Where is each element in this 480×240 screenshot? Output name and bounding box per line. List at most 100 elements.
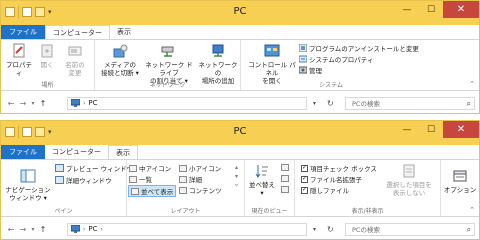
tiles-icon xyxy=(131,187,139,195)
layout-content[interactable]: コンテンツ xyxy=(179,185,222,195)
search-icon[interactable]: ⌕ xyxy=(467,225,471,235)
layout-medium-icons[interactable]: 中アイコン xyxy=(129,163,171,173)
control-panel-button[interactable]: コントロール パネル を開く xyxy=(247,43,297,85)
layout-scroll-icons[interactable]: ▴ ▾ ▿ xyxy=(235,163,238,190)
sort-by-button[interactable]: 並べ替え ▾ xyxy=(247,163,277,197)
title-bar[interactable]: ▾ PC — ☐ ✕ xyxy=(1,121,479,145)
up-arrow-icon[interactable]: ↑ xyxy=(37,225,49,234)
ribbon-tabs: ファイル コンピューター 表示 xyxy=(1,145,479,159)
item-checkboxes-toggle[interactable]: ✓ 項目チェック ボックス xyxy=(301,163,377,173)
search-input[interactable]: PCの検索 ⌕ xyxy=(345,96,475,110)
map-network-drive-button[interactable]: ネットワーク ドライブ の割り当て ▾ xyxy=(143,43,195,85)
layout-list[interactable]: 一覧 xyxy=(129,174,152,184)
layout-details[interactable]: 詳細 xyxy=(179,174,202,184)
search-placeholder: PCの検索 xyxy=(352,100,380,108)
file-extensions-checkbox[interactable]: ✓ xyxy=(301,175,308,183)
explorer-window-computer-tab: ▾ PC — ☐ ✕ ファイル コンピューター 表示 プロパティ 開く 名前の xyxy=(0,0,480,114)
control-panel-icon xyxy=(264,44,280,57)
tab-view[interactable]: 表示 xyxy=(110,25,138,39)
collapse-ribbon-icon[interactable]: ⌃ xyxy=(469,80,475,88)
address-dropdown-icon[interactable]: ▾ xyxy=(313,100,316,107)
group-by-icon[interactable] xyxy=(281,164,289,171)
search-icon[interactable]: ⌕ xyxy=(467,99,471,109)
title-bar[interactable]: ▾ PC — ☐ ✕ xyxy=(1,1,479,25)
recent-locations-icon[interactable]: ▾ xyxy=(29,226,37,233)
group-layout: 中アイコン 小アイコン 一覧 詳細 並べて表示 コンテンツ ▴ ▾ ▿ レイアウ… xyxy=(127,160,245,216)
breadcrumb-separator-icon[interactable]: › xyxy=(83,226,85,233)
hide-selected-items-button[interactable]: 選択した項目を 表示しない xyxy=(379,163,439,197)
rename-button[interactable]: 名前の 変更 xyxy=(61,43,89,77)
tab-file[interactable]: ファイル xyxy=(1,25,45,39)
details-pane-button[interactable]: 詳細ウィンドウ xyxy=(55,175,112,185)
group-show-hide-label: 表示/非表示 xyxy=(351,208,384,215)
manage-button[interactable]: 管理 xyxy=(299,65,322,75)
group-network-label: ネットワーク xyxy=(149,82,186,89)
content-label: コンテンツ xyxy=(189,187,222,195)
maximize-button[interactable]: ☐ xyxy=(419,121,443,138)
details-pane-icon xyxy=(55,176,64,184)
content-icon xyxy=(179,186,187,194)
system-properties-button[interactable]: システムのプロパティ xyxy=(299,54,373,64)
control-panel-label-1: コントロール パネル xyxy=(248,61,296,77)
maximize-button[interactable]: ☐ xyxy=(419,1,443,18)
forward-arrow-icon[interactable]: → xyxy=(17,99,29,108)
close-button[interactable]: ✕ xyxy=(443,121,479,138)
close-button[interactable]: ✕ xyxy=(443,1,479,18)
recent-locations-icon[interactable]: ▾ xyxy=(29,100,37,107)
open-button[interactable]: 開く xyxy=(37,43,57,69)
tab-file[interactable]: ファイル xyxy=(1,145,45,159)
file-extensions-toggle[interactable]: ✓ ファイル名拡張子 xyxy=(301,174,362,184)
nav-pane-label-2: ウィンドウ ▾ xyxy=(9,194,47,202)
layout-tiles[interactable]: 並べて表示 xyxy=(128,185,177,197)
ribbon-tabs: ファイル コンピューター 表示 xyxy=(1,25,479,39)
small-icons-icon xyxy=(179,164,187,172)
group-layout-label: レイアウト xyxy=(170,208,201,215)
breadcrumb-separator-icon[interactable]: › xyxy=(83,100,85,107)
hide-selected-icon xyxy=(403,164,415,178)
group-system-label: システム xyxy=(319,82,343,89)
group-current-view: 並べ替え ▾ 現在のビュー xyxy=(245,160,295,216)
up-arrow-icon[interactable]: ↑ xyxy=(37,99,49,108)
forward-arrow-icon[interactable]: → xyxy=(17,225,29,234)
add-network-location-button[interactable]: ネットワークの 場所の追加 xyxy=(197,43,239,85)
refresh-icon[interactable]: ↻ xyxy=(327,99,334,108)
minimize-button[interactable]: — xyxy=(395,1,419,18)
hidden-items-toggle[interactable]: ✓ 隠しファイル xyxy=(301,185,349,195)
collapse-ribbon-icon[interactable]: ⌃ xyxy=(469,206,475,214)
small-icons-label: 小アイコン xyxy=(189,165,222,173)
options-button[interactable]: オプション xyxy=(443,168,477,194)
address-bar[interactable]: › PC xyxy=(67,96,307,110)
add-columns-icon[interactable] xyxy=(281,175,289,182)
uninstall-program-button[interactable]: プログラムのアンインストールと変更 xyxy=(299,43,419,53)
item-checkboxes-checkbox[interactable]: ✓ xyxy=(301,164,308,172)
tab-view[interactable]: 表示 xyxy=(108,145,138,159)
breadcrumb-pc[interactable]: PC xyxy=(88,225,97,233)
breadcrumb-pc[interactable]: PC xyxy=(88,99,97,107)
access-media-button[interactable]: メディアの 接続と切断 ▾ xyxy=(99,43,141,77)
size-columns-icon[interactable] xyxy=(281,186,289,193)
pc-icon xyxy=(71,99,80,107)
address-bar[interactable]: › PC › xyxy=(67,222,307,236)
details-label: 詳細 xyxy=(189,176,202,184)
navigation-pane-button[interactable]: ナビゲーション ウィンドウ ▾ xyxy=(3,168,53,202)
refresh-icon[interactable]: ↻ xyxy=(327,225,334,234)
map-drive-label-1: ネットワーク ドライブ xyxy=(145,61,193,77)
layout-small-icons[interactable]: 小アイコン xyxy=(179,163,221,173)
sort-label-1: 並べ替え xyxy=(249,181,275,189)
search-input[interactable]: PCの検索 ⌕ xyxy=(345,222,475,236)
properties-button[interactable]: プロパティ xyxy=(5,43,33,77)
breadcrumb-trailing-separator-icon[interactable]: › xyxy=(101,226,103,233)
medium-icons-label: 中アイコン xyxy=(139,165,172,173)
hidden-items-checkbox[interactable]: ✓ xyxy=(301,186,308,194)
tiles-label: 並べて表示 xyxy=(141,188,174,196)
network-drive-icon xyxy=(161,46,174,57)
minimize-button[interactable]: — xyxy=(395,121,419,138)
hidden-items-label: 隠しファイル xyxy=(310,187,349,195)
tab-computer[interactable]: コンピューター xyxy=(45,25,110,39)
tab-computer[interactable]: コンピューター xyxy=(45,145,108,159)
back-arrow-icon[interactable]: ← xyxy=(5,225,17,234)
group-panes-label: ペイン xyxy=(54,208,73,215)
back-arrow-icon[interactable]: ← xyxy=(5,99,17,108)
preview-pane-button[interactable]: プレビュー ウィンドウ xyxy=(55,163,133,173)
address-dropdown-icon[interactable]: ▾ xyxy=(313,226,316,233)
